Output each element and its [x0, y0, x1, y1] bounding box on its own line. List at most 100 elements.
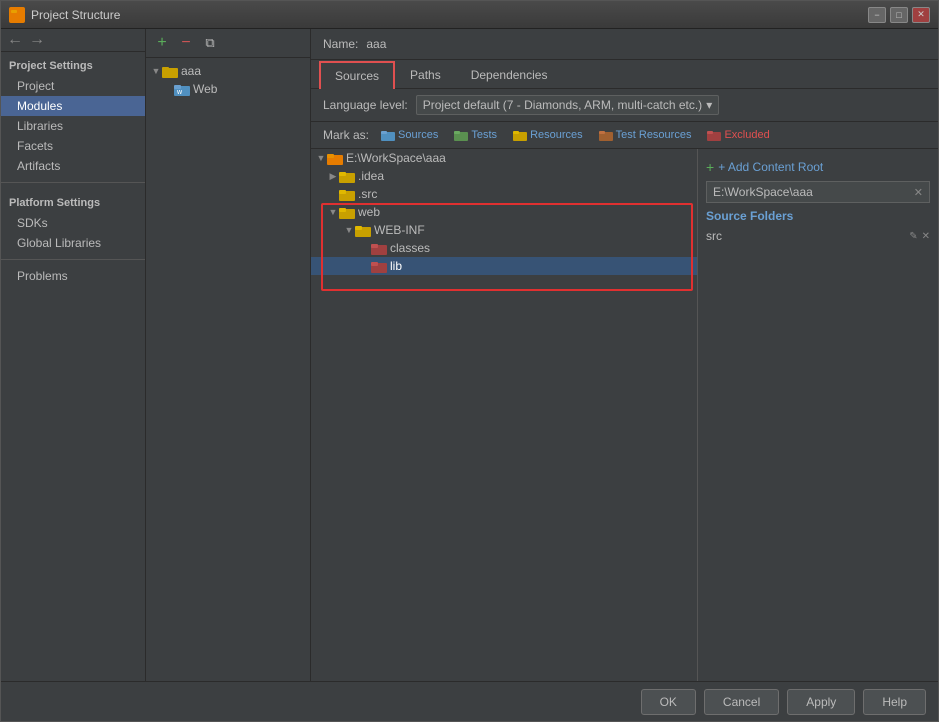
plus-content-root-icon: + [706, 159, 714, 175]
ok-button[interactable]: OK [641, 689, 696, 715]
mark-as-excluded-label: Excluded [724, 129, 769, 141]
window-title: Project Structure [31, 8, 868, 22]
source-folder-src-label: src [706, 229, 722, 243]
web-folder-icon [339, 206, 355, 219]
add-content-root-button[interactable]: + + Add Content Root [706, 157, 930, 181]
mark-as-tests-button[interactable]: Tests [450, 128, 501, 142]
main-content: ← → Project Settings Project Modules Lib… [1, 29, 938, 681]
sidebar-item-facets[interactable]: Facets [1, 136, 145, 156]
minus-icon: − [181, 34, 190, 52]
file-tree-panel: ▼ E:\WorkSpace\aaa ▶ [311, 149, 698, 681]
classes-folder-icon [371, 242, 387, 255]
sources-folder-icon [381, 129, 395, 141]
add-module-button[interactable]: + [152, 33, 172, 53]
tab-paths-label: Paths [410, 68, 441, 82]
web-label: web [358, 205, 380, 219]
app-icon [9, 7, 25, 23]
lib-label: lib [390, 259, 402, 273]
tree-item-aaa-label: aaa [181, 64, 201, 78]
sidebar-item-global-libraries-label: Global Libraries [17, 236, 101, 250]
platform-settings-label: Platform Settings [1, 189, 145, 213]
folder-icon-web: w [174, 82, 190, 96]
mark-as-resources-button[interactable]: Resources [509, 128, 587, 142]
sidebar-item-modules[interactable]: Modules [1, 96, 145, 116]
sidebar-item-facets-label: Facets [17, 139, 53, 153]
sidebar-item-project[interactable]: Project [1, 76, 145, 96]
copy-module-button[interactable]: ⧉ [200, 33, 220, 53]
file-tree-lib[interactable]: ▶ lib [311, 257, 697, 275]
project-structure-window: Project Structure − □ ✕ ← → Project Sett… [0, 0, 939, 722]
module-tree: ▼ aaa w Web [146, 58, 310, 681]
src-label: .src [358, 187, 377, 201]
tree-item-web-label: Web [193, 82, 217, 96]
sidebar-item-sdks[interactable]: SDKs [1, 213, 145, 233]
right-panel: + + Add Content Root E:\WorkSpace\aaa ✕ … [698, 149, 938, 681]
sidebar-item-libraries[interactable]: Libraries [1, 116, 145, 136]
window-controls: − □ ✕ [868, 7, 930, 23]
close-button[interactable]: ✕ [912, 7, 930, 23]
cancel-button[interactable]: Cancel [704, 689, 779, 715]
sidebar-divider [1, 182, 145, 183]
remove-content-root-button[interactable]: ✕ [914, 186, 923, 199]
sidebar-item-problems[interactable]: Problems [1, 266, 145, 286]
file-tree-idea[interactable]: ▶ .idea [311, 167, 697, 185]
classes-label: classes [390, 241, 430, 255]
mark-as-excluded-button[interactable]: Excluded [703, 128, 773, 142]
module-tree-toolbar: + − ⧉ [146, 29, 310, 58]
language-level-value: Project default (7 - Diamonds, ARM, mult… [423, 98, 702, 112]
tab-paths[interactable]: Paths [395, 61, 456, 89]
source-folder-actions: ✎ ✕ [909, 231, 930, 242]
help-button[interactable]: Help [863, 689, 926, 715]
tab-sources[interactable]: Sources [319, 61, 395, 89]
file-tree-web-inf[interactable]: ▼ WEB-INF [311, 221, 697, 239]
remove-source-folder-button[interactable]: ✕ [922, 231, 930, 242]
edit-source-folder-button[interactable]: ✎ [909, 231, 917, 242]
file-tree-src[interactable]: ▶ .src [311, 185, 697, 203]
nav-arrows: ← → [1, 29, 145, 52]
workspace-root-label: E:\WorkSpace\aaa [346, 151, 446, 165]
tree-arrow-aaa: ▼ [150, 65, 162, 77]
tabs-row: Sources Paths Dependencies [311, 60, 938, 89]
source-folder-item-src: src ✎ ✕ [706, 227, 930, 245]
tab-sources-label: Sources [335, 69, 379, 83]
remove-module-button[interactable]: − [176, 33, 196, 53]
tree-item-aaa[interactable]: ▼ aaa [146, 62, 310, 80]
maximize-button[interactable]: □ [890, 7, 908, 23]
tree-arrow-web [162, 83, 174, 95]
workspace-folder-icon [327, 152, 343, 165]
idea-arrow: ▶ [327, 170, 339, 182]
sidebar-item-modules-label: Modules [17, 99, 62, 113]
tests-folder-icon [454, 129, 468, 141]
language-level-row: Language level: Project default (7 - Dia… [311, 89, 938, 122]
apply-button[interactable]: Apply [787, 689, 855, 715]
forward-button[interactable]: → [27, 31, 47, 49]
workspace-arrow: ▼ [315, 152, 327, 164]
excluded-folder-icon [707, 129, 721, 141]
mark-as-resources-label: Resources [530, 129, 583, 141]
split-content: ▼ E:\WorkSpace\aaa ▶ [311, 149, 938, 681]
tab-dependencies[interactable]: Dependencies [456, 61, 563, 89]
add-content-root-label: + Add Content Root [718, 160, 823, 174]
tree-item-web[interactable]: w Web [146, 80, 310, 98]
bottom-bar: OK Cancel Apply Help [1, 681, 938, 721]
content-area: Name: aaa Sources Paths Dependencies Lan… [311, 29, 938, 681]
name-value: aaa [366, 37, 386, 51]
file-tree-classes[interactable]: ▶ classes [311, 239, 697, 257]
svg-text:w: w [176, 89, 183, 96]
mark-as-test-resources-button[interactable]: Test Resources [595, 128, 696, 142]
name-label: Name: [323, 37, 358, 51]
file-tree-workspace-root[interactable]: ▼ E:\WorkSpace\aaa [311, 149, 697, 167]
back-button[interactable]: ← [5, 31, 25, 49]
dropdown-icon: ▾ [706, 98, 712, 112]
content-root-path-value: E:\WorkSpace\aaa [713, 185, 813, 199]
sidebar-item-artifacts[interactable]: Artifacts [1, 156, 145, 176]
module-tree-panel: + − ⧉ ▼ aaa [146, 29, 311, 681]
sidebar-item-project-label: Project [17, 79, 54, 93]
sidebar-item-global-libraries[interactable]: Global Libraries [1, 233, 145, 253]
minimize-button[interactable]: − [868, 7, 886, 23]
file-tree-web[interactable]: ▼ web [311, 203, 697, 221]
language-level-select[interactable]: Project default (7 - Diamonds, ARM, mult… [416, 95, 719, 115]
mark-as-sources-button[interactable]: Sources [377, 128, 442, 142]
mark-as-test-resources-label: Test Resources [616, 129, 692, 141]
plus-icon: + [157, 34, 166, 52]
